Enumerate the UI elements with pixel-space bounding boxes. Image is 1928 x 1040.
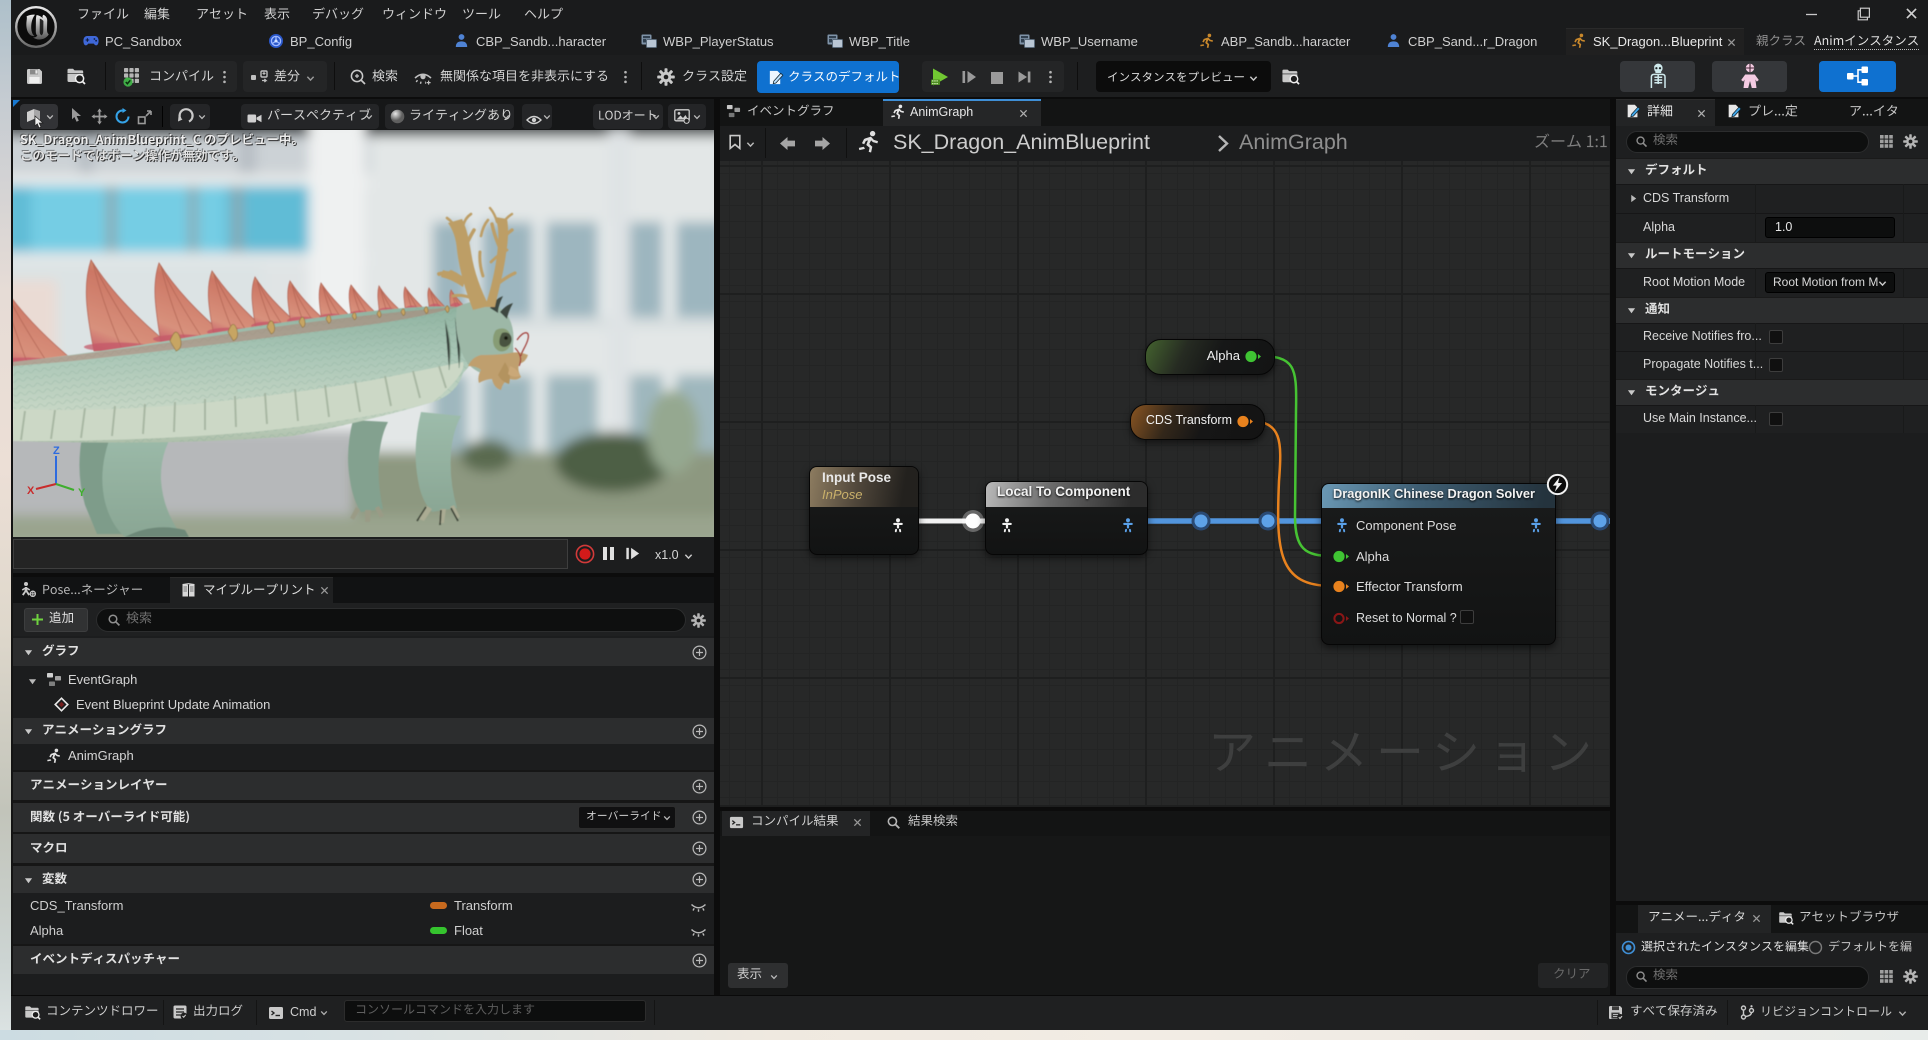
svg-text:X: X <box>27 485 35 497</box>
svg-text:Y: Y <box>78 487 86 499</box>
svg-text:Z: Z <box>53 445 60 457</box>
